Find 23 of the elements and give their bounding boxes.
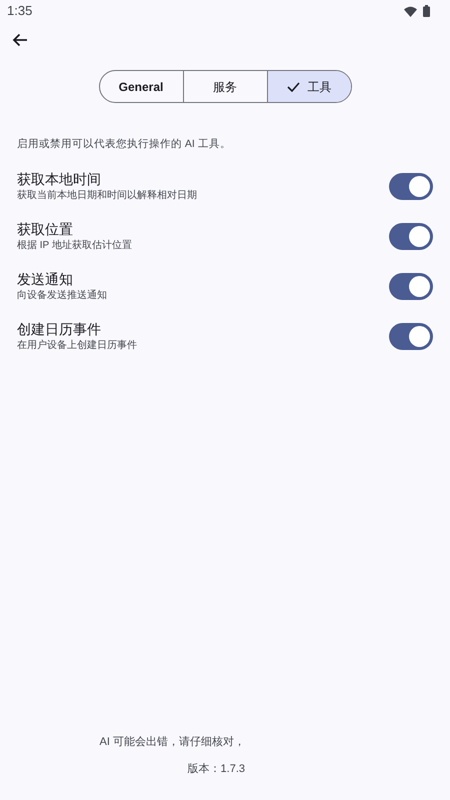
tool-description: 根据 IP 地址获取估计位置 (17, 238, 132, 253)
toggle-switch[interactable] (389, 172, 433, 200)
back-button[interactable] (12, 32, 28, 48)
toggle-switch[interactable] (389, 272, 433, 300)
tool-description: 在用户设备上创建日历事件 (17, 338, 137, 353)
check-icon (286, 82, 300, 92)
tool-title: 获取本地时间 (17, 170, 102, 189)
toggle-switch[interactable] (389, 322, 433, 350)
battery-icon (423, 5, 430, 17)
tool-title: 获取位置 (17, 220, 74, 239)
tool-title: 创建日历事件 (17, 320, 102, 339)
tool-description: 获取当前本地日期和时间以解释相对日期 (17, 188, 197, 203)
segment-tab[interactable]: General (100, 71, 182, 102)
toggle-switch[interactable] (389, 222, 433, 250)
disclaimer-text: AI 可能会出错，请仔细核对， (100, 735, 245, 750)
description-text: 启用或禁用可以代表您执行操作的 AI 工具。 (16, 137, 232, 152)
tool-title: 发送通知 (17, 270, 74, 289)
version-text: 版本：1.7.3 (188, 762, 245, 776)
tool-description: 向设备发送推送通知 (17, 288, 107, 303)
status-time: 1:35 (7, 2, 32, 20)
wifi-icon (404, 6, 417, 16)
back-icon (12, 33, 28, 47)
segment-tab[interactable]: 工具 (266, 71, 350, 102)
